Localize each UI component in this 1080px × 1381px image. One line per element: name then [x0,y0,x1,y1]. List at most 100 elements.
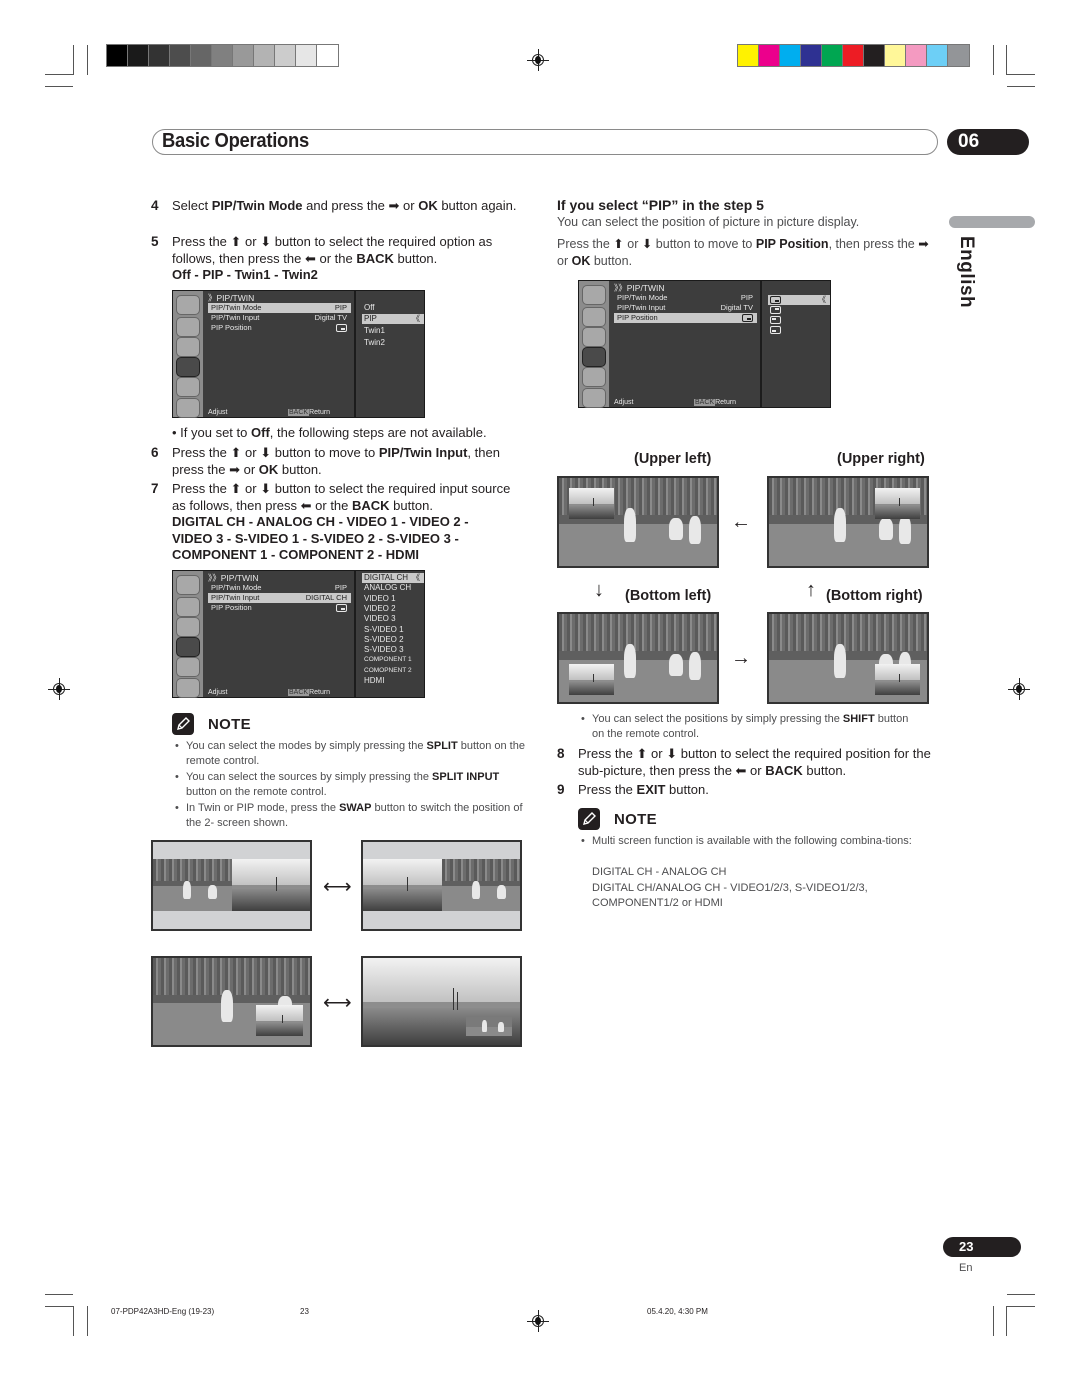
pip-screen-baseball-main [151,956,312,1047]
lock-icon [582,367,606,387]
color-swatch [275,45,296,66]
step-8: 8 Press the ⬆ or ⬇ button to select the … [557,746,931,778]
left-arrow-icon: ⬅ [304,250,316,266]
osd-row-pip-twin-input[interactable]: PIP/Twin Input DIGITAL CH [208,593,351,603]
adjust-hint: Adjust [208,409,228,416]
closed-caption-icon [176,678,200,698]
language-tab [949,216,1035,228]
osd-option-twin1[interactable]: Twin1 [362,326,424,336]
setup-icon [582,285,606,305]
osd-option-input[interactable]: HDMI [362,676,424,686]
twin-screen-baseball-left [151,840,312,931]
osd-option-off[interactable]: Off [362,303,424,313]
osd-option-top-left[interactable] [768,315,830,325]
top-right-position-icon [770,305,781,314]
left-arrow-icon: ← [731,511,751,533]
color-swatch [738,45,759,66]
osd-option-input[interactable]: ANALOG CH [362,583,424,593]
bottom-left-label: (Bottom left) [625,588,712,604]
slug-page: 23 [300,1307,309,1316]
note-heading: NOTE [172,713,251,735]
osd-option-twin2[interactable]: Twin2 [362,338,424,348]
pip-position-icon [742,314,753,323]
option-icon [176,637,200,657]
osd-row-pip-twin-mode[interactable]: PIP/Twin Mode PIP [614,293,757,303]
color-swatch [843,45,864,66]
grayscale-color-bar [106,44,339,67]
up-arrow-icon: ⬆ [636,746,648,761]
up-arrow-icon: ⬆ [613,237,624,251]
osd-option-input[interactable]: COMOPNENT 2 [362,666,424,676]
selected-chevron-icon: 《 [412,573,420,582]
up-arrow-icon: ⬆ [230,481,242,496]
step-4: 4 Select PIP/Twin Mode and press the ➡ o… [151,198,517,213]
osd-row-pip-position[interactable]: PIP Position [208,323,351,333]
up-arrow-icon: ⬆ [230,234,242,249]
osd-footer: Adjust BACKReturn [208,409,331,416]
color-swatch [801,45,822,66]
osd-row-pip-twin-input[interactable]: PIP/Twin Input Digital TV [614,303,757,313]
lock-icon [176,657,200,677]
selected-chevron-icon: 《 [818,295,826,304]
language-code: En [959,1262,973,1274]
step-6: 6 Press the ⬆ or ⬇ button to move to PIP… [151,445,500,477]
osd-row-pip-twin-mode[interactable]: PIP/Twin Mode PIP [208,303,351,313]
up-arrow-icon: ↑ [806,579,816,601]
right-arrow-icon: ➡ [229,461,240,477]
pencil-note-icon [578,808,600,830]
picture-icon [176,597,200,617]
closed-caption-icon [582,388,606,408]
osd-option-bottom-left[interactable] [768,325,830,335]
right-arrow-icon: ➡ [388,198,400,213]
note-item: You can select the sources by simply pre… [173,770,528,799]
shift-note: You can select the positions by simply p… [579,712,919,743]
note-list: You can select the modes by simply press… [173,739,528,832]
chapter-number-badge: 06 [947,129,1029,155]
color-swatch [233,45,254,66]
up-arrow-icon: ⬆ [230,445,242,460]
osd-icon-column [173,291,203,418]
registration-mark-icon [527,49,549,71]
color-swatch [864,45,885,66]
combination-line: DIGITAL CH - ANALOG CH [592,866,727,878]
sound-icon [582,327,606,347]
osd-option-list: DIGITAL CH 《 ANALOG CH VIDEO 1 VIDEO 2 VIDEO … [358,571,424,697]
sources-line: COMPONENT 1 - COMPONENT 2 - HDMI [172,547,420,562]
osd-row-pip-twin-input[interactable]: PIP/Twin Input Digital TV [208,313,351,323]
down-arrow-icon: ⬇ [260,234,272,249]
left-arrow-icon: ⬅ [300,497,312,513]
osd-option-top-right[interactable] [768,305,830,315]
osd-option-pip[interactable]: PIP 《 [362,314,424,325]
osd-option-input[interactable]: S-VIDEO 3 [362,645,424,655]
picture-icon [176,317,200,337]
option-icon [176,357,200,377]
step-number: 4 [151,198,159,213]
osd-option-input[interactable]: DIGITAL CH 《 [362,573,424,584]
cmyk-color-bar [737,44,970,67]
color-swatch [780,45,801,66]
osd-row-pip-position[interactable]: PIP Position [208,603,351,613]
color-swatch [254,45,275,66]
pip-position-instruction: Press the ⬆ or ⬇ button to move to PIP P… [557,237,929,268]
osd-row-pip-twin-mode[interactable]: PIP/Twin Mode PIP [208,583,351,593]
color-swatch [128,45,149,66]
osd-footer: Adjust BACKReturn [614,399,737,406]
bottom-right-position-icon [770,295,781,304]
sound-icon [176,337,200,357]
osd-option-input[interactable]: COMPONENT 1 [362,655,424,665]
osd-option-input[interactable]: S-VIDEO 2 [362,635,424,645]
setup-icon [176,295,200,315]
right-arrow-icon: → [731,647,751,669]
top-left-position-icon [770,315,781,324]
osd-option-input[interactable]: VIDEO 1 [362,594,424,604]
osd-option-input[interactable]: S-VIDEO 1 [362,625,424,635]
sources-line: DIGITAL CH - ANALOG CH - VIDEO 1 - VIDEO… [172,514,469,529]
osd-option-input[interactable]: VIDEO 2 [362,604,424,614]
color-swatch [906,45,927,66]
osd-row-pip-position[interactable]: PIP Position [614,313,757,323]
color-swatch [296,45,317,66]
osd-option-input[interactable]: VIDEO 3 [362,614,424,624]
left-arrow-icon: ⬅ [735,762,747,778]
osd-option-bottom-right[interactable]: 《 [768,295,830,306]
combination-line: DIGITAL CH/ANALOG CH - VIDEO1/2/3, S-VID… [592,882,868,894]
